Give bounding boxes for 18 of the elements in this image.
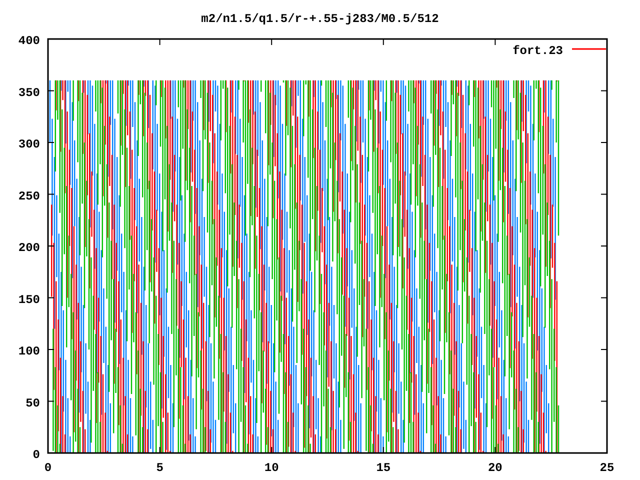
y-tick-label: 0 bbox=[32, 448, 40, 462]
y-tick-label: 100 bbox=[18, 344, 40, 358]
y-tick-label: 200 bbox=[18, 241, 40, 255]
y-tick-label: 250 bbox=[18, 189, 40, 204]
y-tick-label: 350 bbox=[18, 86, 40, 100]
legend-line bbox=[572, 48, 606, 50]
legend-label: fort.23 bbox=[512, 44, 563, 58]
x-tick-label: 10 bbox=[264, 461, 279, 475]
x-tick-label: 20 bbox=[488, 461, 502, 475]
y-tick-label: 150 bbox=[18, 292, 40, 307]
x-tick-label: 25 bbox=[600, 461, 614, 475]
y-tick-label: 400 bbox=[18, 34, 40, 48]
x-tick-label: 0 bbox=[44, 461, 52, 475]
x-tick-label: 5 bbox=[156, 461, 164, 475]
y-tick-label: 300 bbox=[18, 138, 40, 152]
chart-title: m2/n1.5/q1.5/r-+.55-j283/M0.5/512 bbox=[201, 12, 439, 26]
x-tick-label: 15 bbox=[376, 461, 391, 475]
y-tick-label: 50 bbox=[26, 396, 40, 410]
